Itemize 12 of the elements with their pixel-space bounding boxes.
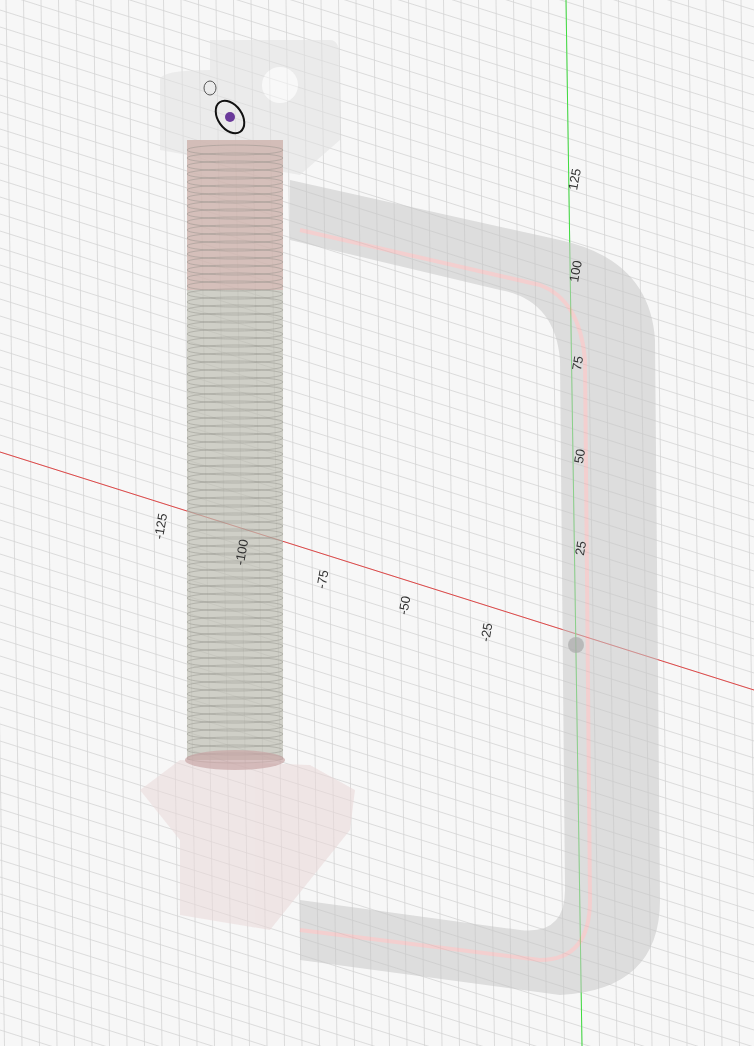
axis-tick-label: -50	[395, 594, 414, 616]
axis-tick-label: 100	[566, 259, 585, 284]
origin-point-icon	[568, 637, 584, 653]
dimension-marker-icon	[203, 80, 246, 135]
axis-tick-label: 75	[568, 354, 587, 372]
axis-tick-label: -125	[150, 512, 171, 541]
axis-tick-label: -100	[231, 538, 252, 567]
axis-tick-label: -75	[313, 568, 332, 590]
axis-tick-label: 125	[565, 167, 584, 192]
axis-tick-label: 50	[570, 447, 589, 465]
axis-tick-label: -25	[477, 621, 496, 643]
axis-tick-label: 25	[571, 539, 590, 557]
